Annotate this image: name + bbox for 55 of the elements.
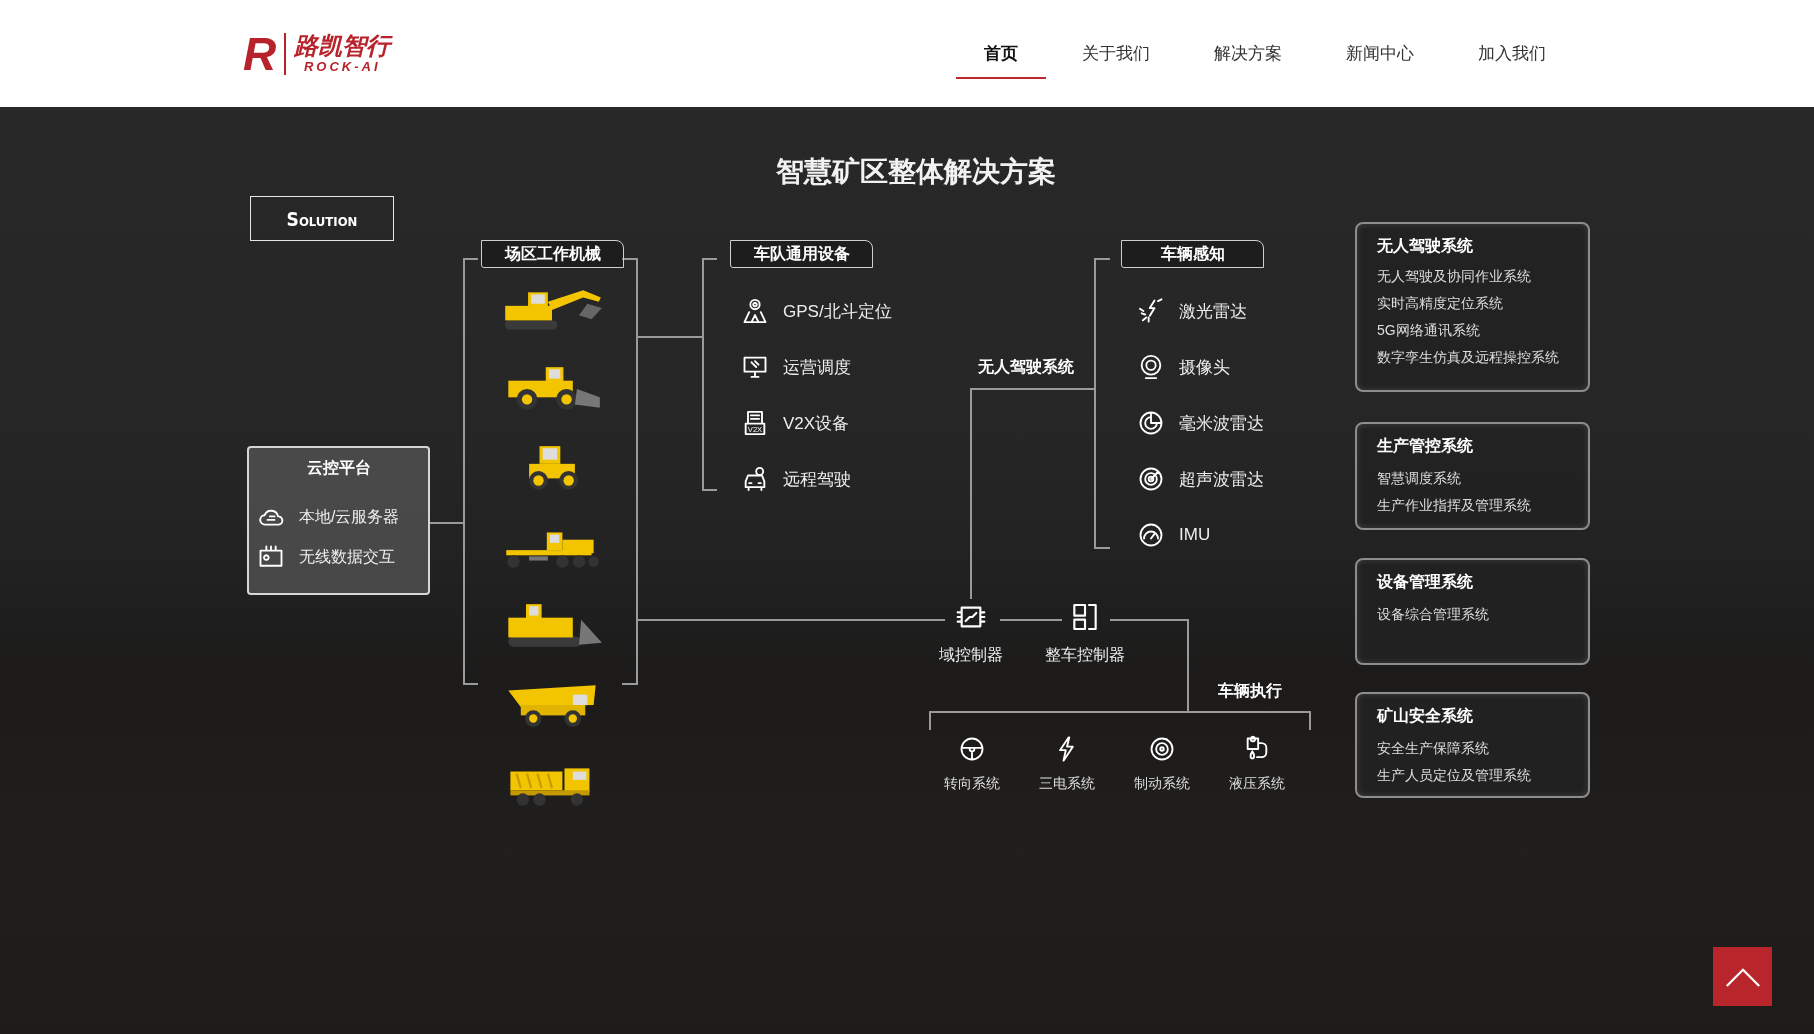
actuator-label: 转向系统	[943, 775, 1000, 793]
card-item: 数字孪生仿真及远程操控系统	[1377, 348, 1560, 367]
card-item: 生产人员定位及管理系统	[1377, 766, 1532, 785]
solution-label: Solution	[250, 196, 394, 241]
actuator-label: 制动系统	[1133, 775, 1190, 793]
card-item: 实时高精度定位系统	[1377, 294, 1504, 313]
location-pin-icon	[741, 297, 769, 325]
controller-label: 整车控制器	[1045, 645, 1125, 665]
diagram-title: 智慧矿区整体解决方案	[775, 155, 1057, 189]
equipment-label: 运营调度	[783, 356, 851, 379]
laser-burst-icon	[1137, 297, 1165, 325]
branch-label: 车辆执行	[1218, 681, 1282, 701]
card-title: 无人驾驶系统	[1377, 236, 1474, 256]
radar-icon	[1137, 409, 1165, 437]
sensor-label: IMU	[1179, 525, 1211, 545]
section-label: 场区工作机械	[481, 240, 624, 268]
card-item: 5G网络通讯系统	[1377, 321, 1481, 340]
actuator-label: 三电系统	[1038, 775, 1095, 793]
equipment-label: GPS/北斗定位	[783, 300, 892, 323]
card-item: 设备综合管理系统	[1377, 605, 1490, 624]
nav-link[interactable]: 加入我们	[1450, 34, 1574, 79]
nav-link[interactable]: 首页	[956, 34, 1046, 79]
actuator-label: 液压系统	[1228, 775, 1285, 793]
card-title: 设备管理系统	[1377, 572, 1474, 592]
sensor-label: 超声波雷达	[1179, 468, 1264, 491]
card-title: 生产管控系统	[1377, 436, 1474, 456]
section-label: 车辆感知	[1121, 240, 1264, 268]
logo-name[interactable]: 路凯智行	[294, 32, 391, 60]
controller-label: 域控制器	[939, 645, 1003, 665]
card-item: 无人驾驶及协同作业系统	[1377, 267, 1532, 286]
connector-line	[429, 522, 465, 524]
back-to-top-button[interactable]	[1713, 947, 1772, 1006]
sensor-label: 激光雷达	[1179, 300, 1247, 323]
card-title: 矿山安全系统	[1377, 706, 1474, 726]
equipment-label: V2X设备	[783, 412, 850, 435]
nav-link[interactable]: 新闻中心	[1318, 34, 1442, 79]
gauge-icon	[1137, 521, 1165, 549]
connector-line	[999, 619, 1063, 621]
panel-item: 本地/云服务器	[299, 506, 400, 527]
logo-mark[interactable]: R	[243, 30, 277, 77]
equipment-label: 远程驾驶	[783, 468, 851, 491]
branch-label: 无人驾驶系统	[978, 357, 1074, 377]
section-label: 车队通用设备	[730, 240, 873, 268]
panel-title: 云控平台	[305, 458, 372, 478]
panel-item: 无线数据交互	[299, 546, 395, 567]
logo-subtitle[interactable]: ROCK-AI	[303, 59, 381, 75]
card-item: 智慧调度系统	[1377, 469, 1462, 488]
sensor-label: 毫米波雷达	[1179, 412, 1264, 435]
nav-link[interactable]: 关于我们	[1054, 34, 1178, 79]
card-item: 安全生产保障系统	[1377, 739, 1490, 758]
sensor-label: 摄像头	[1179, 356, 1230, 379]
card-item: 生产作业指挥及管理系统	[1377, 496, 1532, 515]
target-icon	[1137, 465, 1165, 493]
connector-line	[636, 336, 704, 338]
nav-link[interactable]: 解决方案	[1186, 34, 1310, 79]
